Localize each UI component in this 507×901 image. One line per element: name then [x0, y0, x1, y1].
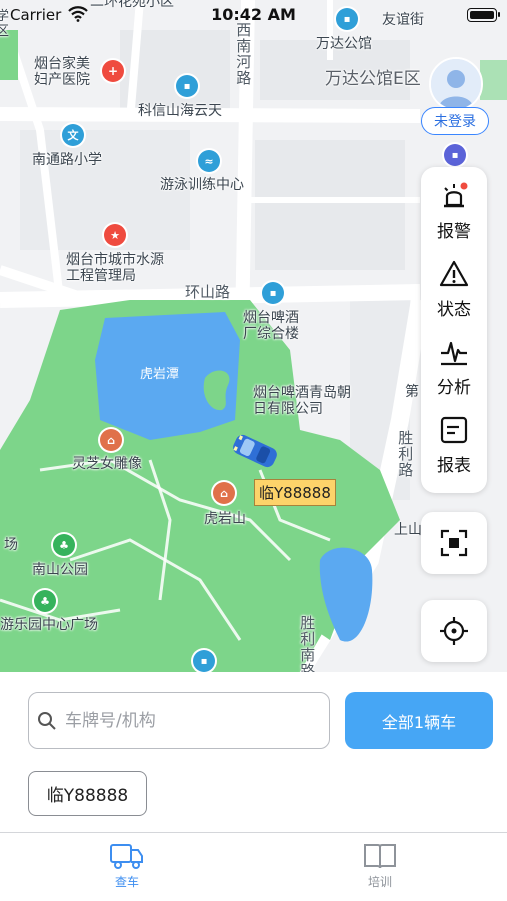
tool-report-label: 报表 [437, 456, 471, 476]
mountain-poi-icon[interactable]: ⌂ [213, 482, 235, 504]
tool-alarm-button[interactable]: 报警 [421, 167, 487, 245]
map-label-kexin: 科信山海云天 [138, 103, 222, 119]
tab-training[interactable]: 培训 [340, 841, 420, 890]
map-label-nantong-school: 南通路小学 [32, 152, 102, 168]
locate-crosshair-icon [440, 617, 468, 645]
login-status-button[interactable]: 未登录 [421, 107, 489, 135]
map-label-water-bureau: 烟台市城市水源工程管理局 [66, 252, 164, 285]
warning-triangle-icon [439, 260, 469, 287]
map-label-swim-center: 游泳训练中心 [160, 177, 244, 193]
map-label-xinan-river: 西南河路 [234, 22, 253, 86]
tool-panel: 报警 状态 分析 报表 [421, 167, 487, 493]
bottom-sheet: 全部1辆车 临Y88888 [0, 672, 507, 832]
tool-alarm-label: 报警 [437, 222, 471, 242]
status-bar: Carrier 10:42 AM [0, 0, 507, 30]
truck-icon [110, 844, 143, 869]
map-label-wanda-e: 万达公馆E区 [325, 69, 421, 89]
clock: 10:42 AM [211, 5, 296, 24]
fullscreen-button[interactable] [421, 512, 487, 574]
map-label-fragment-di: 第 [405, 384, 419, 400]
vehicle-plate-tag[interactable]: 临Y88888 [254, 479, 336, 506]
map-label-fragment-left: 场 [4, 537, 18, 553]
map-label-huyan-mountain: 虎岩山 [204, 511, 246, 527]
tab-check-vehicle-label: 查车 [114, 875, 139, 889]
map-label-nanshan-park: 南山公园 [32, 562, 88, 578]
fullscreen-icon [440, 529, 468, 557]
tool-report-button[interactable]: 报表 [421, 401, 487, 479]
swimming-poi-icon[interactable]: ≈ [198, 150, 220, 172]
user-avatar-icon[interactable] [429, 57, 483, 111]
tool-status-button[interactable]: 状态 [421, 245, 487, 323]
map-label-fragment-shangshan: 上山 [394, 522, 422, 538]
government-poi-icon[interactable]: ★ [104, 224, 126, 246]
tab-bar: 查车 培训 [0, 832, 507, 901]
hospital-poi-icon[interactable]: + [102, 60, 124, 82]
search-input[interactable] [63, 709, 307, 732]
building-poi-icon-3[interactable]: ▪ [262, 282, 284, 304]
alarm-light-icon [444, 182, 468, 208]
vehicle-chip[interactable]: 临Y88888 [28, 771, 147, 816]
search-box[interactable] [28, 692, 330, 749]
building-poi-icon-4[interactable]: ▪ [193, 650, 215, 672]
all-vehicles-button[interactable]: 全部1辆车 [345, 692, 493, 749]
vehicle-marker-icon[interactable] [227, 433, 283, 473]
map-label-shengli-road: 胜利路 [396, 430, 415, 478]
school-poi-icon[interactable]: 文 [62, 124, 84, 146]
search-icon [38, 711, 56, 730]
map-label-lingzhi: 灵芝女雕像 [72, 456, 142, 472]
tab-check-vehicle[interactable]: 查车 [87, 841, 167, 890]
map-label-brewery-qingdao: 烟台啤酒青岛朝日有限公司 [253, 385, 351, 418]
pulse-chart-icon [441, 341, 467, 366]
locate-button[interactable] [421, 600, 487, 662]
monument-poi-icon[interactable]: ⌂ [100, 429, 122, 451]
park-poi-icon-2[interactable]: ♣ [34, 590, 56, 612]
map-label-huanshan-road: 环山路 [185, 283, 231, 301]
park-poi-icon[interactable]: ♣ [53, 534, 75, 556]
map-label-shengli-south-road: 胜利南路 [298, 615, 317, 672]
map-label-wanda: 万达公馆 [316, 36, 372, 52]
building-poi-icon[interactable]: ▪ [176, 75, 198, 97]
tab-training-label: 培训 [367, 875, 392, 889]
report-icon [440, 416, 468, 444]
map-label-park-square: 游乐园中心广场 [0, 617, 98, 633]
map-label-brewery-building: 烟台啤酒厂综合楼 [243, 310, 299, 343]
book-icon [364, 844, 396, 869]
map-label-hospital: 烟台家美妇产医院 [34, 56, 90, 89]
tool-status-label: 状态 [437, 300, 471, 320]
bus-poi-icon[interactable]: ▪ [444, 144, 466, 166]
map-label-huyan-pond: 虎岩潭 [140, 367, 180, 382]
tool-analysis-button[interactable]: 分析 [421, 323, 487, 401]
battery-icon [467, 8, 500, 22]
tool-analysis-label: 分析 [437, 378, 471, 398]
